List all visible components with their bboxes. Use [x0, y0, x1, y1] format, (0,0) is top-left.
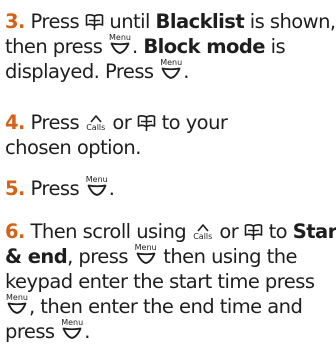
step-text: keypad enter the start time press — [5, 270, 315, 293]
step-3-line-2: then press Menu. Block mode is — [5, 33, 336, 59]
step-5-line-1: 5. Press Menu. — [5, 175, 115, 201]
step-6: 6. Then scroll using Calls or to Start &… — [5, 219, 336, 344]
step-4: 4. Press Calls or to your chosen option. — [5, 110, 228, 160]
menu-icon-label: Menu — [109, 33, 131, 42]
menu-icon-label: Menu — [61, 318, 84, 327]
menu-icon-label: Menu — [6, 293, 28, 302]
step-number: 3. — [5, 10, 25, 33]
step-text: until — [103, 10, 156, 33]
calls-icon-label: Calls — [86, 123, 106, 132]
menu-icon: Menu — [134, 243, 158, 265]
step-text: then press — [5, 35, 108, 58]
phonebook-icon — [137, 114, 156, 132]
step-6-line-1: 6. Then scroll using Calls or to Start — [5, 219, 336, 244]
menu-icon-label: Menu — [134, 243, 157, 252]
menu-icon-label: Menu — [160, 58, 183, 67]
step-text: or — [213, 220, 244, 243]
step-text: . — [132, 35, 144, 58]
calls-icon-label: Calls — [193, 232, 213, 241]
menu-icon: Menu — [159, 58, 183, 80]
step-number: 5. — [5, 177, 25, 200]
step-6-line-2: & end, press Menu then using the — [5, 243, 336, 269]
phonebook-icon — [85, 13, 104, 31]
step-6-line-3: keypad enter the start time press — [5, 269, 336, 294]
menu-icon-label: Menu — [85, 175, 108, 184]
step-text: Press — [24, 111, 85, 134]
step-3-line-3: displayed. Press Menu. — [5, 58, 336, 84]
step-text: displayed. Press — [5, 60, 160, 83]
menu-icon: Menu — [85, 175, 109, 197]
step-5: 5. Press Menu. — [5, 175, 115, 201]
menu-icon: Menu — [5, 293, 29, 315]
menu-icon: Menu — [60, 318, 84, 340]
calls-icon: Calls — [85, 113, 107, 132]
step-text: Then scroll using — [24, 220, 192, 243]
step-text: , press — [67, 245, 134, 268]
step-text: , then enter the end time and — [29, 295, 303, 318]
step-6-line-5: press Menu. — [5, 318, 336, 344]
screen-block-mode: Block mode — [143, 35, 265, 58]
step-text: or — [106, 111, 137, 134]
step-text: to your — [155, 111, 228, 134]
step-text: . — [183, 60, 189, 83]
step-text: is shown, — [244, 10, 336, 33]
step-text: Press — [24, 10, 85, 33]
step-text: Press — [24, 177, 85, 200]
step-number: 4. — [5, 111, 25, 134]
step-text: . — [84, 320, 90, 343]
step-text: . — [108, 177, 115, 200]
calls-icon: Calls — [192, 222, 214, 241]
menu-option-start: Start — [292, 220, 336, 243]
menu-option-end: & end — [5, 245, 68, 268]
step-text: to — [262, 220, 293, 243]
step-text: is — [264, 35, 286, 58]
step-4-line-2: chosen option. — [5, 135, 227, 160]
step-text: chosen option. — [5, 136, 141, 159]
step-6-line-4: Menu, then enter the end time and — [5, 293, 336, 319]
menu-icon: Menu — [108, 33, 132, 55]
phonebook-icon — [244, 223, 263, 241]
step-3: 3. Press until Blacklist is shown, then … — [5, 9, 336, 84]
step-text: then using the — [157, 245, 297, 268]
menu-option-blacklist: Blacklist — [155, 10, 245, 33]
step-3-line-1: 3. Press until Blacklist is shown, — [5, 9, 336, 34]
step-number: 6. — [5, 220, 25, 243]
step-4-line-1: 4. Press Calls or to your — [5, 110, 228, 135]
step-text: press — [5, 320, 61, 343]
